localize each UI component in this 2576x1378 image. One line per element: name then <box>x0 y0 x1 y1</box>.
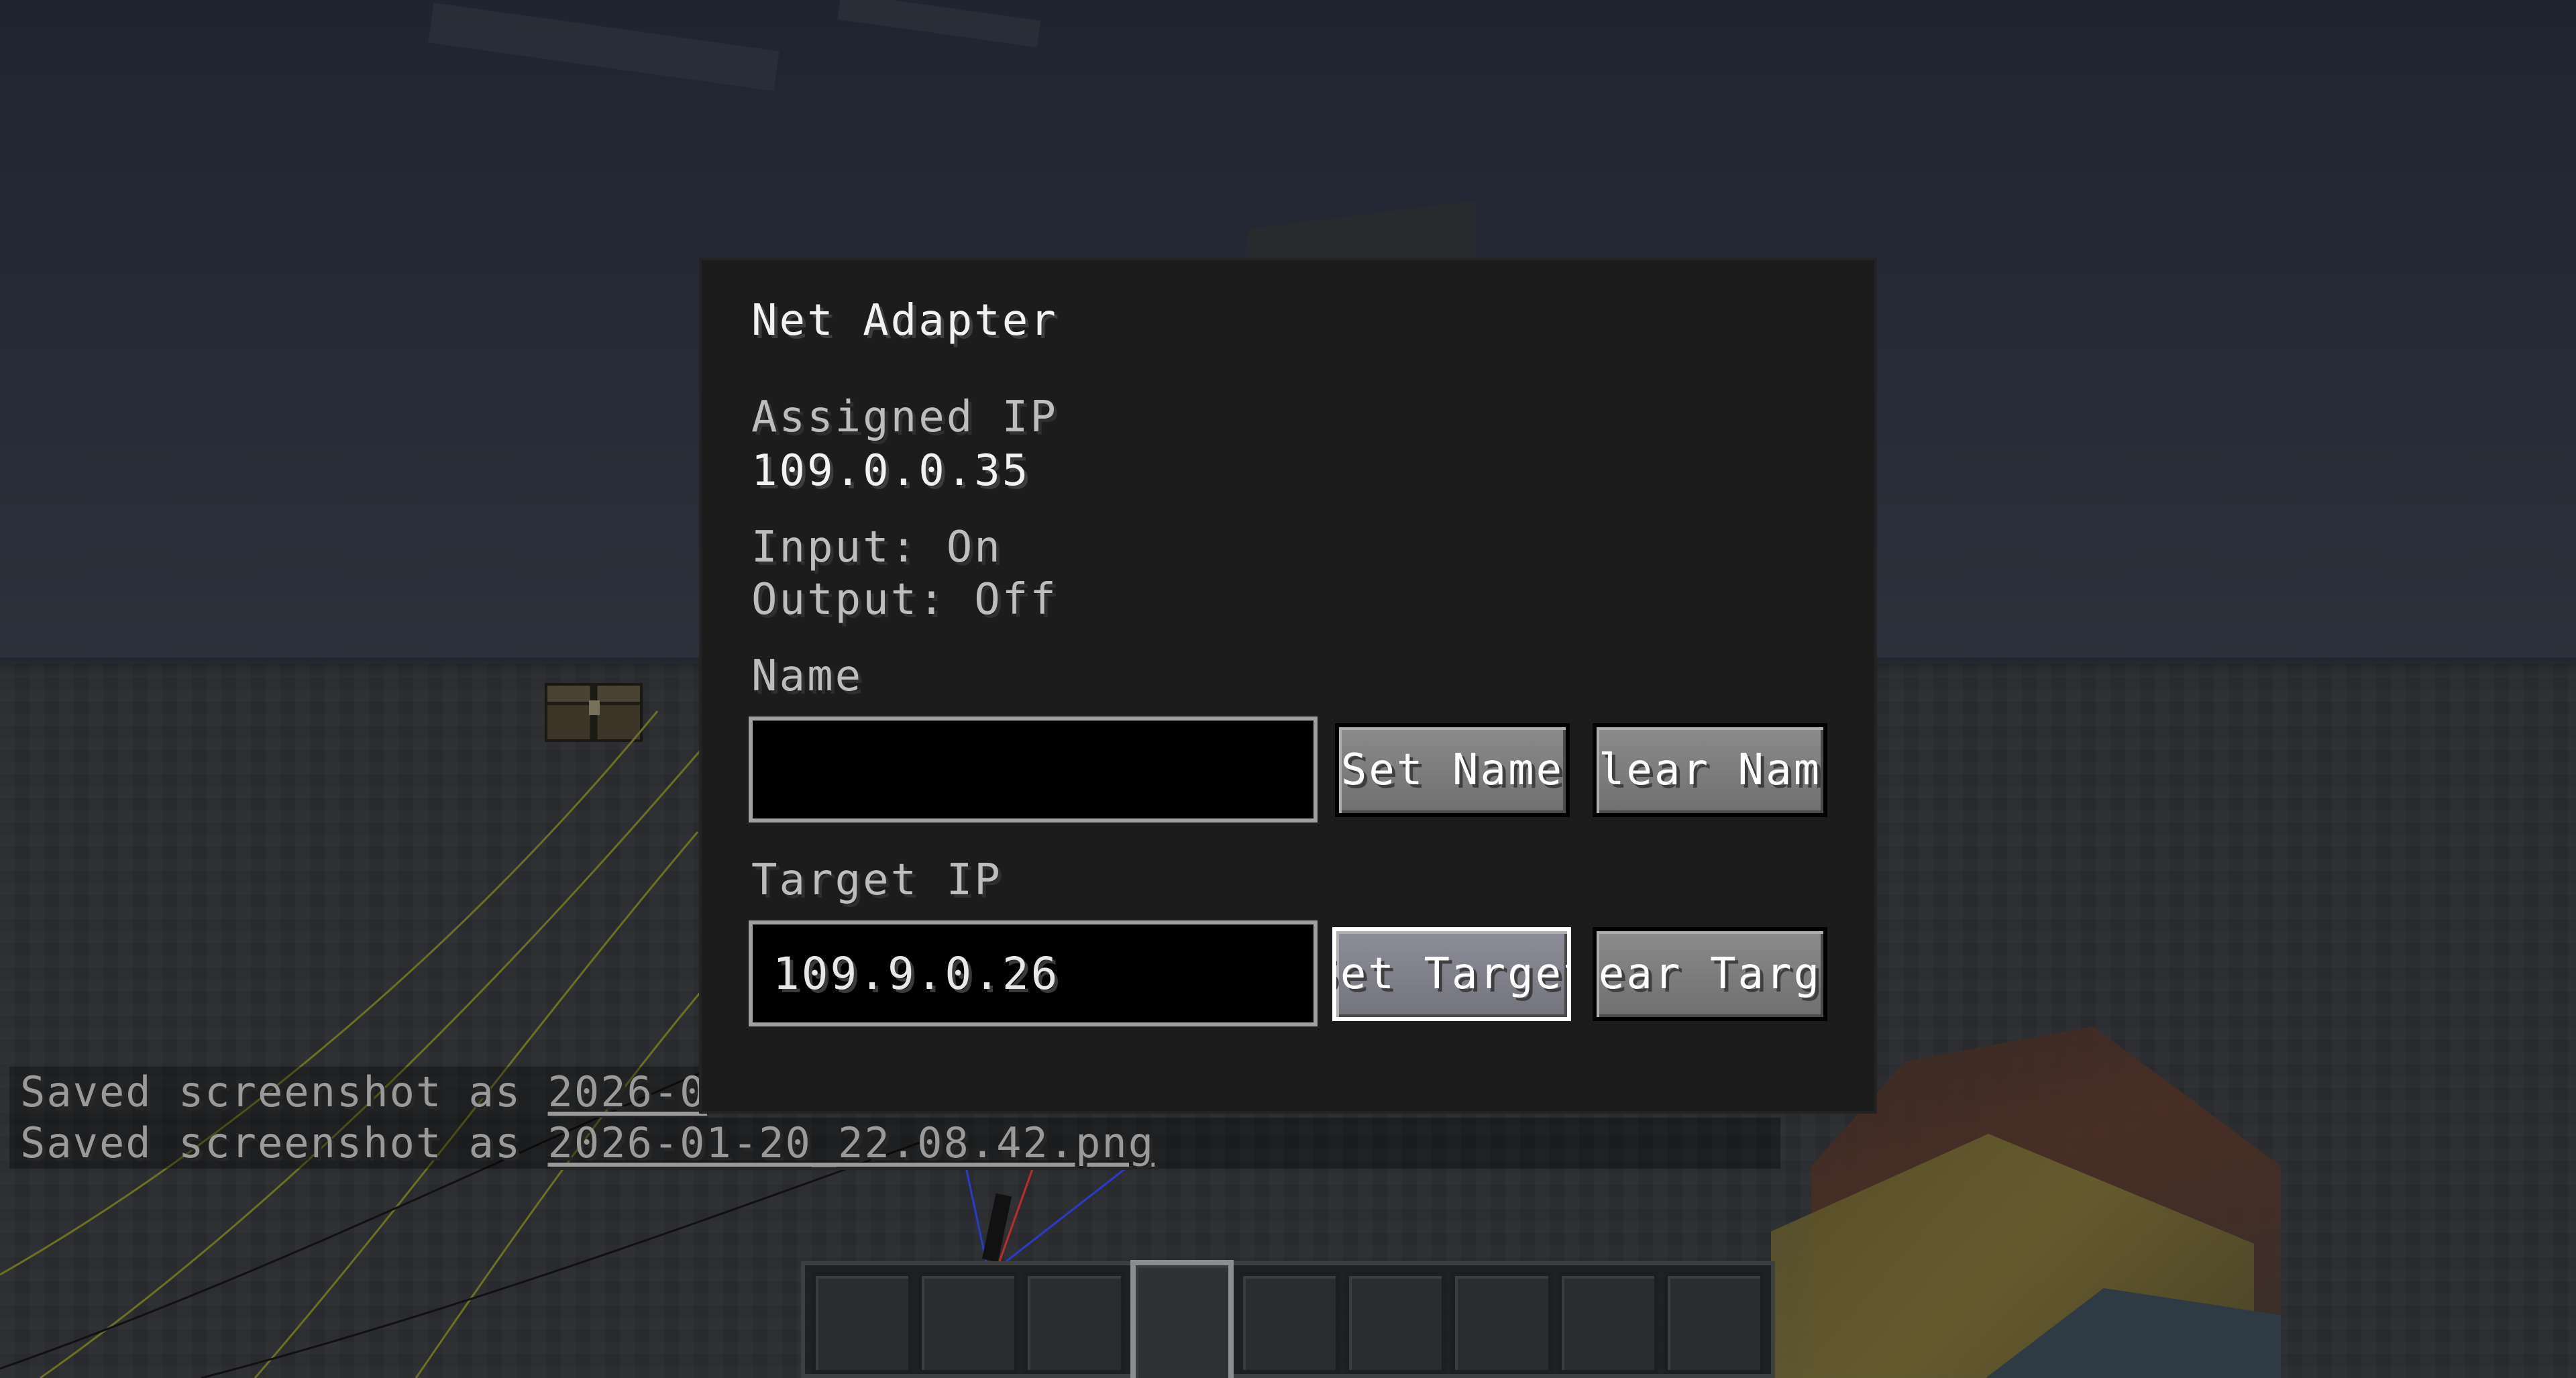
target-ip-label: Target IP <box>751 855 1002 905</box>
hotbar-slot[interactable] <box>1451 1272 1552 1374</box>
assigned-ip-label: Assigned IP <box>751 392 1058 442</box>
clear-name-button[interactable]: Clear Name <box>1593 723 1827 817</box>
chat-screenshot-link[interactable]: 2026-01-20_22.08.42.png <box>548 1118 1155 1167</box>
set-target-button[interactable]: Set Target <box>1332 927 1571 1021</box>
hotbar-slot[interactable] <box>1024 1272 1125 1374</box>
hotbar <box>801 1260 1775 1378</box>
chat-line: Saved screenshot as 2026-01-20_22.08.42.… <box>9 1067 707 1118</box>
wire-yellow <box>0 710 659 1276</box>
name-input[interactable] <box>749 717 1318 823</box>
hotbar-slot-selected[interactable] <box>1130 1260 1234 1378</box>
adapter-block <box>981 1193 1012 1263</box>
wire-yellow <box>40 737 712 1378</box>
hotbar-slot[interactable] <box>812 1272 913 1374</box>
wire-blue <box>1006 1166 1128 1263</box>
net-adapter-dialog: Net Adapter Assigned IP 109.0.0.35 Input… <box>699 258 1877 1114</box>
hotbar-slot[interactable] <box>918 1272 1019 1374</box>
hotbar-slot[interactable] <box>1557 1272 1658 1374</box>
input-status: Input: On <box>751 523 1002 572</box>
output-status: Output: Off <box>751 575 1058 625</box>
chat-line: Saved screenshot as 2026-01-20_22.08.42.… <box>9 1118 1780 1169</box>
hotbar-slot[interactable] <box>1345 1272 1446 1374</box>
dialog-title: Net Adapter <box>751 296 1058 346</box>
hotbar-slot[interactable] <box>1238 1272 1340 1374</box>
chat-screenshot-link[interactable]: 2026-01-20_22.08.42.png <box>548 1067 707 1116</box>
hotbar-slot[interactable] <box>1663 1272 1764 1374</box>
assigned-ip-value: 109.0.0.35 <box>751 446 1030 496</box>
set-name-button[interactable]: Set Name <box>1335 723 1570 817</box>
wire-blue <box>965 1167 987 1262</box>
target-ip-input[interactable] <box>749 920 1318 1026</box>
clear-target-button[interactable]: Clear Target <box>1593 927 1827 1021</box>
name-label: Name <box>751 651 863 701</box>
